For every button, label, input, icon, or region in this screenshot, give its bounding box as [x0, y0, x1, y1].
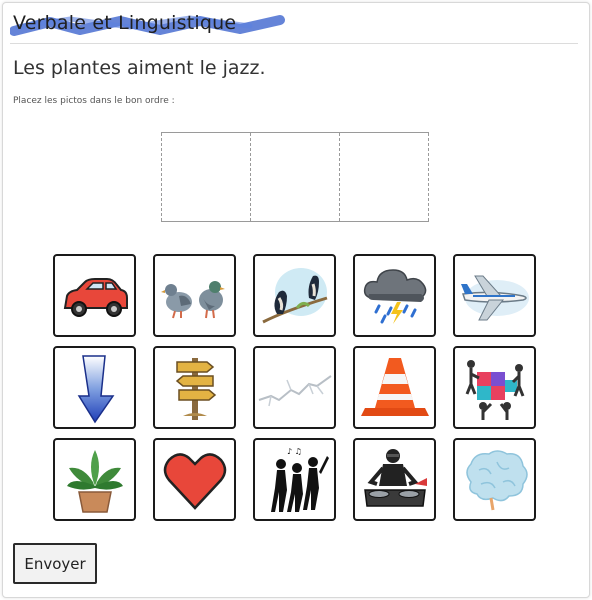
section-header: Verbale et Linguistique — [10, 9, 290, 39]
pigeons-icon — [160, 280, 225, 318]
heart-icon — [163, 452, 226, 510]
car-icon — [63, 277, 128, 317]
picto-signpost[interactable] — [153, 346, 236, 429]
picto-arrow[interactable] — [53, 346, 136, 429]
picto-pigeons[interactable] — [153, 254, 236, 337]
down-arrow-icon — [77, 354, 114, 423]
jazz-musicians-icon: ♪ ♫ — [270, 447, 329, 512]
picto-jazz[interactable]: ♪ ♫ — [253, 438, 336, 521]
picto-dj[interactable] — [353, 438, 436, 521]
brain-icon — [465, 449, 528, 510]
storm-cloud-icon — [363, 268, 426, 324]
drop-slot-1[interactable] — [161, 133, 251, 221]
picto-plant[interactable] — [53, 438, 136, 521]
target-sentence: Les plantes aiment le jazz. — [13, 57, 266, 79]
traffic-cone-icon — [360, 357, 429, 416]
puzzle-team-icon — [465, 359, 524, 420]
picto-heart[interactable] — [153, 438, 236, 521]
picto-airplane[interactable] — [453, 254, 536, 337]
answer-drop-zone — [161, 132, 429, 222]
picto-swallows[interactable] — [253, 254, 336, 337]
airplane-icon — [460, 275, 529, 320]
swallows-icon — [261, 267, 327, 323]
crack-icon — [258, 374, 332, 406]
drop-slot-3[interactable] — [340, 133, 429, 221]
submit-button[interactable]: Envoyer — [13, 543, 97, 584]
picto-storm[interactable] — [353, 254, 436, 337]
title-divider — [10, 43, 578, 44]
picto-car[interactable] — [53, 254, 136, 337]
svg-text:♪ ♫: ♪ ♫ — [287, 447, 302, 456]
picto-brain[interactable] — [453, 438, 536, 521]
potted-plant-icon — [66, 449, 123, 513]
picto-cone[interactable] — [353, 346, 436, 429]
instruction-text: Placez les pictos dans le bon ordre : — [13, 96, 175, 106]
picto-crack[interactable] — [253, 346, 336, 429]
signpost-icon — [175, 357, 216, 420]
picto-puzzle-team[interactable] — [453, 346, 536, 429]
drop-slot-2[interactable] — [251, 133, 340, 221]
dj-icon — [363, 448, 427, 507]
page-title: Verbale et Linguistique — [13, 12, 237, 34]
pictogram-grid: ♪ ♫ — [53, 254, 536, 521]
